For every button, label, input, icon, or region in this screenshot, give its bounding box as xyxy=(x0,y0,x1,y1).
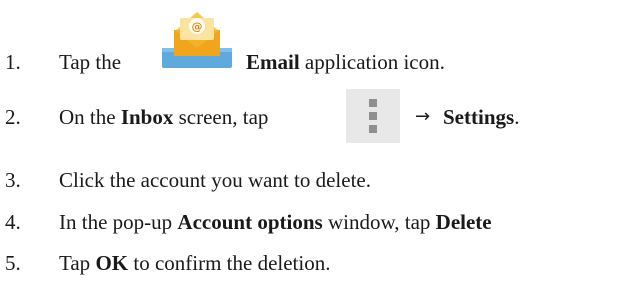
step-text-pre: On the xyxy=(59,105,116,129)
step-text-post: . xyxy=(514,105,520,129)
step-number: 3. xyxy=(5,168,21,192)
step-text: On the Inbox screen, tap xyxy=(59,104,268,130)
step-text-post: to confirm the deletion. xyxy=(133,251,331,275)
instruction-steps: 1. Tap the Email application icon. @ 2. … xyxy=(0,0,640,287)
step-text-post: application icon. xyxy=(304,50,445,74)
screen-name: Inbox xyxy=(120,105,174,129)
step-text-pre: Tap the xyxy=(59,50,122,74)
step-text: Tap OK to confirm the deletion. xyxy=(59,250,330,276)
step-text-mid: screen, tap xyxy=(178,105,269,129)
envelope-icon: @ xyxy=(162,12,232,68)
menu-dot xyxy=(369,112,377,120)
step-number: 2. xyxy=(5,105,21,129)
step-text-tail: Email application icon. xyxy=(246,49,445,75)
step-text: Tap the xyxy=(59,49,121,75)
step-text-mid: window, tap xyxy=(327,210,431,234)
step-text-pre: In the pop-up xyxy=(59,210,173,234)
at-symbol: @ xyxy=(192,20,203,33)
overflow-menu-icon xyxy=(346,89,400,143)
button-name: OK xyxy=(95,251,129,275)
action-name: Delete xyxy=(435,210,492,234)
step-text: In the pop-up Account options window, ta… xyxy=(59,209,492,235)
menu-dot xyxy=(369,99,377,107)
step-number: 5. xyxy=(5,251,21,275)
arrow-right-icon: → xyxy=(415,106,431,127)
step-number: 1. xyxy=(5,50,21,74)
step-text-tail: Settings. xyxy=(443,104,519,130)
menu-item-name: Settings xyxy=(443,105,515,129)
step-number: 4. xyxy=(5,210,21,234)
window-name: Account options xyxy=(177,210,323,234)
menu-dot xyxy=(369,125,377,133)
email-app-icon: @ xyxy=(162,8,232,68)
step-text-pre: Tap xyxy=(59,251,91,275)
app-name: Email xyxy=(246,50,300,74)
step-text: Click the account you want to delete. xyxy=(59,168,371,192)
